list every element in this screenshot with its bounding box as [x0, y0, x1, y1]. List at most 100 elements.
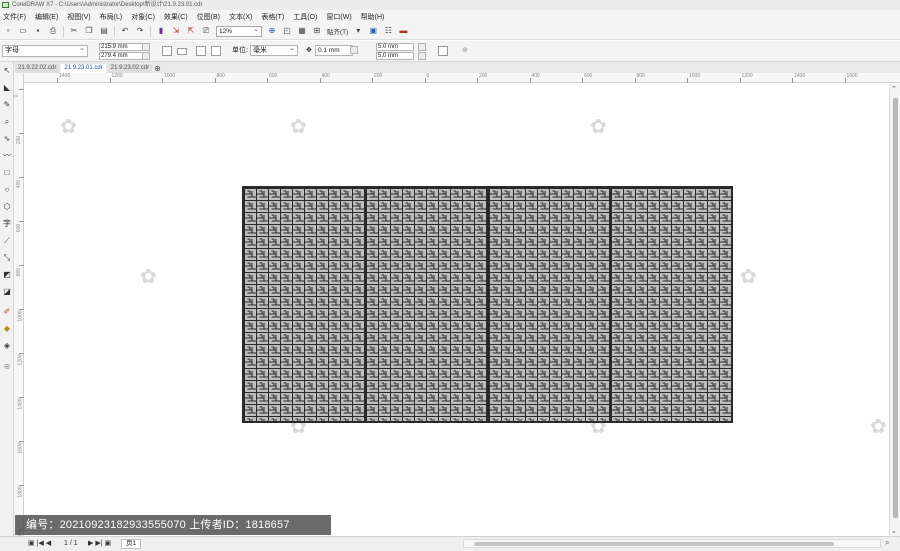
shape-tool-icon[interactable]: ◣: [2, 83, 12, 93]
interactive-fill-icon[interactable]: ◆: [2, 324, 12, 334]
print-icon[interactable]: ⎙: [48, 26, 58, 36]
zoom-tool-icon[interactable]: ⌕: [2, 117, 12, 127]
portrait-icon[interactable]: [162, 46, 172, 56]
horizontal-scrollbar[interactable]: [463, 539, 881, 548]
full-screen-icon[interactable]: ⊕: [267, 26, 277, 36]
lattice-panel[interactable]: [487, 186, 611, 423]
rectangle-tool-icon[interactable]: □: [2, 168, 12, 178]
vertical-scroll-thumb[interactable]: [893, 98, 898, 518]
publish-icon[interactable]: ⎚: [201, 26, 211, 36]
export-icon[interactable]: ⇱: [186, 26, 196, 36]
new-tab-icon[interactable]: ⊕: [154, 64, 161, 73]
ruler-tick: [529, 78, 531, 83]
snap-chevron-icon[interactable]: ▾: [353, 26, 363, 36]
lattice-panel[interactable]: [609, 186, 733, 423]
dup-x-spinner[interactable]: [418, 43, 426, 51]
copy-icon[interactable]: ❐: [84, 26, 94, 36]
tab-doc-1[interactable]: 21.9.22.02.cdr: [15, 64, 60, 73]
smart-fill-icon[interactable]: ◈: [2, 341, 12, 351]
menu-file[interactable]: 文件(F): [3, 12, 26, 22]
landscape-icon[interactable]: [177, 48, 187, 55]
ruler-tick: [19, 309, 24, 310]
grid-icon[interactable]: ▦: [297, 26, 307, 36]
tab-doc-3[interactable]: 21.9.23.02.cdr: [107, 64, 153, 73]
page-navigation-icon[interactable]: ▣ |◀ ◀: [28, 539, 51, 549]
cut-icon[interactable]: ✂: [69, 26, 79, 36]
crop-tool-icon[interactable]: ✎: [2, 100, 12, 110]
vertical-ruler[interactable]: 0200400600800100012001400160018002000: [13, 73, 24, 542]
all-pages-icon[interactable]: [196, 46, 206, 56]
menu-window[interactable]: 窗口(W): [326, 12, 351, 22]
menu-view[interactable]: 视图(V): [67, 12, 90, 22]
units-label: 单位:: [232, 47, 248, 54]
add-tool-icon[interactable]: ⊕: [2, 362, 12, 372]
nudge-icon: ✥: [306, 47, 312, 54]
dup-y-spinner[interactable]: [418, 52, 426, 60]
guidelines-icon[interactable]: ⊞: [312, 26, 322, 36]
snap-to-dropdown[interactable]: 贴齐(T): [327, 26, 348, 36]
ellipse-tool-icon[interactable]: ○: [2, 185, 12, 195]
menu-text[interactable]: 文本(X): [229, 12, 252, 22]
undo-icon[interactable]: ↶: [120, 26, 130, 36]
ruler-label: 1600: [17, 442, 24, 454]
ruler-tick: [19, 485, 24, 486]
lattice-panel[interactable]: [242, 186, 366, 423]
new-doc-icon[interactable]: ▫: [3, 26, 13, 36]
add-icon[interactable]: ⊕: [462, 46, 468, 56]
width-spinner[interactable]: [142, 43, 150, 51]
ruler-label: 1400: [59, 73, 71, 79]
horizontal-scroll-thumb[interactable]: [474, 542, 834, 546]
lattice-panel[interactable]: [364, 186, 489, 423]
freehand-tool-icon[interactable]: ∿: [2, 134, 12, 144]
duplicate-x-field[interactable]: 5.0 mm: [376, 43, 414, 51]
page-tab[interactable]: 页1: [121, 539, 142, 549]
nudge-distance-field[interactable]: 0.1 mm: [315, 45, 353, 56]
ruler-tick: [19, 89, 24, 90]
text-tool-icon[interactable]: 字: [2, 219, 12, 229]
menu-help[interactable]: 帮助(H): [361, 12, 385, 22]
page-next-icon[interactable]: ▶ ▶| ▣: [88, 539, 111, 549]
units-select[interactable]: 毫米: [250, 44, 298, 56]
menu-table[interactable]: 表格(T): [261, 12, 284, 22]
lattice-panels-group[interactable]: [242, 186, 733, 423]
duplicate-y-field[interactable]: 5.0 mm: [376, 52, 414, 60]
search-content-icon[interactable]: ▮: [156, 26, 166, 36]
menu-layout[interactable]: 布局(L): [100, 12, 123, 22]
paste-icon[interactable]: ▤: [99, 26, 109, 36]
paper-type-select[interactable]: 字母: [2, 44, 88, 57]
menu-effects[interactable]: 效果(C): [164, 12, 188, 22]
save-icon[interactable]: ▪: [33, 26, 43, 36]
height-spinner[interactable]: [142, 52, 150, 60]
horizontal-ruler[interactable]: 1400 1200 1000 800 600 400 200 0 200 400 600 800 100…: [24, 73, 900, 83]
redo-icon[interactable]: ↷: [135, 26, 145, 36]
application-launcher-icon[interactable]: ☷: [383, 26, 393, 36]
open-icon[interactable]: ▭: [18, 26, 28, 36]
import-icon[interactable]: ⇲: [171, 26, 181, 36]
drop-shadow-icon[interactable]: ◩: [2, 270, 12, 280]
menu-object[interactable]: 对象(C): [131, 12, 155, 22]
eyedropper-icon[interactable]: ✐: [2, 307, 12, 317]
current-page-icon[interactable]: [211, 46, 221, 56]
scroll-up-icon[interactable]: ⌃: [891, 86, 897, 93]
vertical-scrollbar[interactable]: ⌃ ⌄: [889, 84, 900, 538]
artistic-media-icon[interactable]: 〰: [2, 151, 12, 161]
rulers-icon[interactable]: ◰: [282, 26, 292, 36]
options-icon[interactable]: ▣: [368, 26, 378, 36]
transparency-icon[interactable]: ◪: [2, 287, 12, 297]
ruler-tick: [792, 78, 793, 83]
menu-edit[interactable]: 编辑(E): [35, 12, 58, 22]
polygon-tool-icon[interactable]: ⬡: [2, 202, 12, 212]
parallel-dimension-icon[interactable]: ⟋: [2, 236, 12, 246]
pick-tool-icon[interactable]: ↖: [2, 66, 12, 76]
page-counter: 1 / 1: [64, 540, 78, 547]
menu-bitmaps[interactable]: 位图(B): [197, 12, 220, 22]
zoom-extents-icon[interactable]: ⌕: [885, 538, 889, 548]
tab-doc-2[interactable]: 21.9.23.01.cdr: [61, 64, 106, 73]
nudge-spinner[interactable]: [350, 46, 358, 54]
page-options-icon[interactable]: [438, 46, 448, 56]
zoom-level-select[interactable]: 12%: [216, 25, 262, 37]
welcome-screen-icon[interactable]: ▬: [398, 26, 408, 36]
scroll-down-icon[interactable]: ⌄: [891, 528, 897, 535]
menu-tools[interactable]: 工具(O): [293, 12, 317, 22]
connector-tool-icon[interactable]: ⤡: [2, 253, 12, 263]
